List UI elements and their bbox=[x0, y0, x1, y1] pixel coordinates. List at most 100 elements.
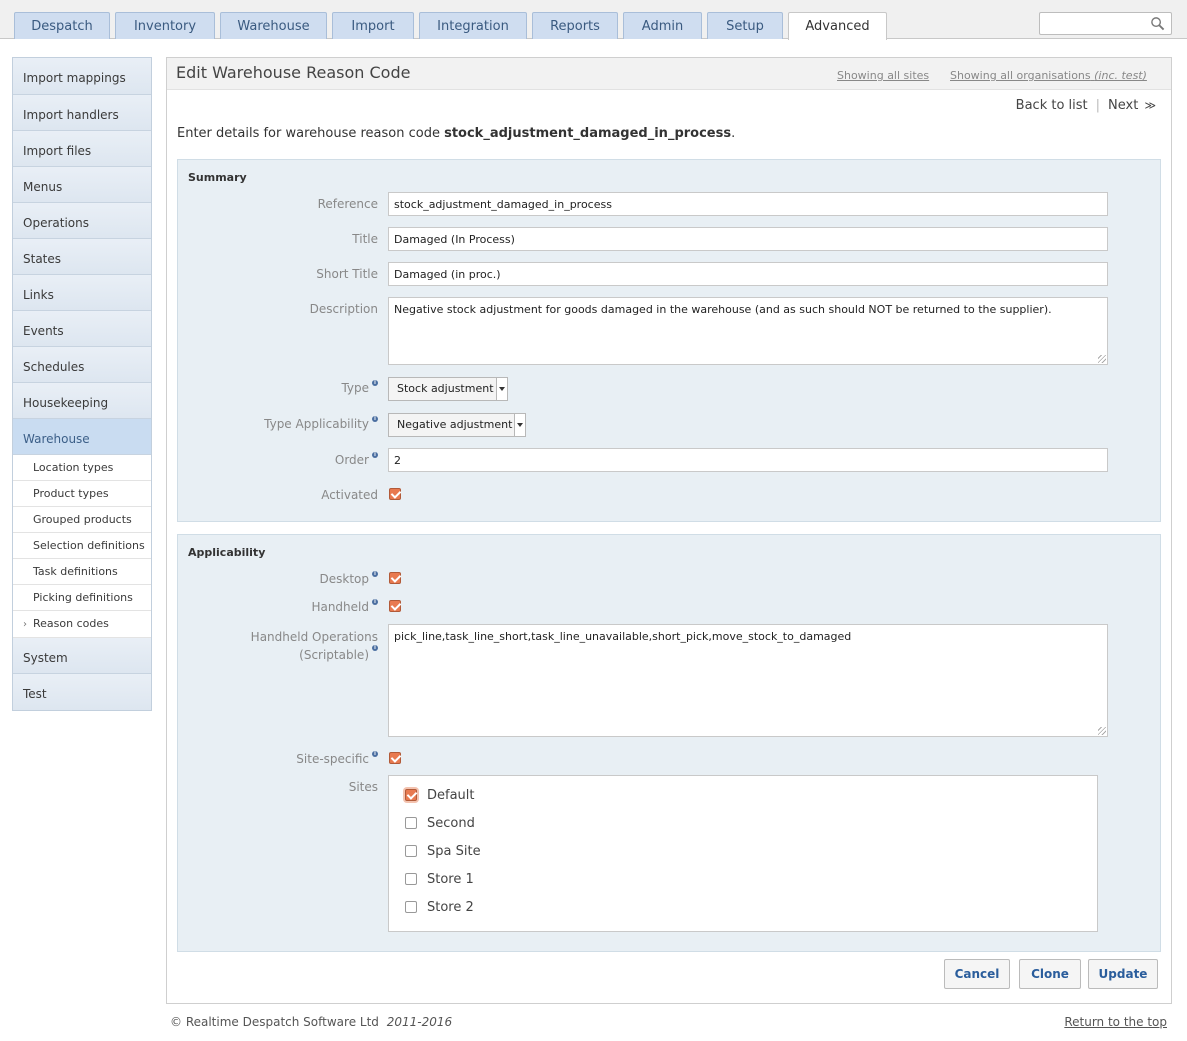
site-checkbox-store-1[interactable] bbox=[405, 873, 417, 885]
tab-import[interactable]: Import bbox=[332, 12, 414, 39]
type-select-value: Stock adjustment bbox=[397, 382, 494, 395]
footer-copyright: © Realtime Despatch Software Ltd 2011-20… bbox=[170, 1015, 452, 1029]
resize-grip-icon[interactable] bbox=[1098, 355, 1106, 363]
info-icon[interactable]: i bbox=[372, 416, 378, 422]
tab-admin[interactable]: Admin bbox=[623, 12, 702, 39]
description-textarea[interactable]: Negative stock adjustment for goods dama… bbox=[388, 297, 1108, 365]
sidebar-item-warehouse[interactable]: Warehouse bbox=[13, 419, 151, 455]
reference-label: Reference bbox=[317, 197, 378, 211]
desktop-label-text: Desktop bbox=[319, 572, 370, 586]
tab-reports[interactable]: Reports bbox=[532, 12, 618, 39]
type-applicability-select[interactable]: Negative adjustment bbox=[388, 413, 526, 437]
handheld-operations-textarea[interactable]: pick_line,task_line_short,task_line_unav… bbox=[388, 624, 1108, 737]
handheld-label-text: Handheld bbox=[311, 600, 369, 614]
tab-warehouse[interactable]: Warehouse bbox=[220, 12, 327, 39]
chevron-right-icon: › bbox=[23, 619, 27, 630]
main-panel: Edit Warehouse Reason Code Showing all s… bbox=[166, 57, 1172, 1004]
sidebar-item-import-files[interactable]: Import files bbox=[13, 131, 151, 167]
handheld-operations-text: pick_line,task_line_short,task_line_unav… bbox=[394, 630, 852, 643]
site-checkbox-default[interactable] bbox=[405, 789, 417, 801]
cancel-button[interactable]: Cancel bbox=[944, 959, 1010, 989]
activated-checkbox[interactable] bbox=[389, 488, 401, 500]
applicability-title: Applicability bbox=[188, 546, 266, 559]
site-checkbox-second[interactable] bbox=[405, 817, 417, 829]
activated-label: Activated bbox=[321, 488, 378, 502]
sidebar-item-import-mappings[interactable]: Import mappings bbox=[13, 58, 151, 95]
back-to-list-link[interactable]: Back to list bbox=[1016, 98, 1088, 113]
site-label-store-1: Store 1 bbox=[427, 872, 474, 887]
site-specific-label-text: Site-specific bbox=[296, 752, 369, 766]
sidebar-item-links[interactable]: Links bbox=[13, 275, 151, 311]
sidebar-item-import-handlers[interactable]: Import handlers bbox=[13, 95, 151, 131]
title-label: Title bbox=[352, 232, 378, 246]
search-input[interactable] bbox=[1044, 13, 1152, 34]
next-link[interactable]: Next ≫ bbox=[1108, 98, 1156, 113]
tab-advanced[interactable]: Advanced bbox=[788, 12, 887, 40]
page-title: Edit Warehouse Reason Code bbox=[176, 63, 411, 82]
info-icon[interactable]: i bbox=[372, 645, 378, 651]
showing-all-sites-link[interactable]: Showing all sites bbox=[837, 69, 929, 82]
sidebar-subitem-reason-codes[interactable]: › Reason codes bbox=[13, 611, 151, 638]
update-button[interactable]: Update bbox=[1088, 959, 1158, 989]
type-label-text: Type bbox=[341, 381, 369, 395]
sidebar-subitem-task-definitions[interactable]: Task definitions bbox=[13, 559, 151, 585]
order-input[interactable]: 2 bbox=[388, 448, 1108, 472]
title-input[interactable]: Damaged (In Process) bbox=[388, 227, 1108, 251]
info-icon[interactable]: i bbox=[372, 571, 378, 577]
info-icon[interactable]: i bbox=[372, 599, 378, 605]
sidebar-subitem-location-types[interactable]: Location types bbox=[13, 455, 151, 481]
short-title-label: Short Title bbox=[316, 267, 378, 281]
search-box bbox=[1039, 12, 1172, 35]
info-icon[interactable]: i bbox=[372, 452, 378, 458]
intro-prefix: Enter details for warehouse reason code bbox=[177, 126, 440, 141]
sidebar-item-housekeeping[interactable]: Housekeeping bbox=[13, 383, 151, 419]
reference-input[interactable]: stock_adjustment_damaged_in_process bbox=[388, 192, 1108, 216]
sidebar-subitem-product-types[interactable]: Product types bbox=[13, 481, 151, 507]
info-icon[interactable]: i bbox=[372, 751, 378, 757]
sidebar-item-events[interactable]: Events bbox=[13, 311, 151, 347]
tab-inventory[interactable]: Inventory bbox=[115, 12, 215, 39]
sidebar-item-states[interactable]: States bbox=[13, 239, 151, 275]
tab-setup[interactable]: Setup bbox=[707, 12, 783, 39]
sidebar-item-operations[interactable]: Operations bbox=[13, 203, 151, 239]
description-label: Description bbox=[309, 302, 378, 316]
sites-list: Default Second Spa Site Store 1 Store 2 bbox=[388, 775, 1098, 932]
short-title-input[interactable]: Damaged (in proc.) bbox=[388, 262, 1108, 286]
showing-all-organisations-link[interactable]: Showing all organisations (inc. test) bbox=[950, 69, 1147, 82]
tab-despatch[interactable]: Despatch bbox=[14, 12, 110, 39]
copyright-text: © Realtime Despatch Software Ltd bbox=[170, 1015, 379, 1029]
sites-label: Sites bbox=[348, 780, 378, 794]
handheld-operations-label-line1: Handheld Operations bbox=[250, 630, 378, 644]
clone-button[interactable]: Clone bbox=[1019, 959, 1081, 989]
info-icon[interactable]: i bbox=[372, 380, 378, 386]
sidebar-item-schedules[interactable]: Schedules bbox=[13, 347, 151, 383]
desktop-label: Desktop i bbox=[319, 571, 378, 586]
site-specific-label: Site-specific i bbox=[296, 751, 378, 766]
sidebar-subitem-picking-definitions[interactable]: Picking definitions bbox=[13, 585, 151, 611]
sidebar-subitem-label: Reason codes bbox=[33, 617, 109, 630]
description-text: Negative stock adjustment for goods dama… bbox=[394, 303, 1052, 316]
handheld-checkbox[interactable] bbox=[389, 600, 401, 612]
sidebar-item-test[interactable]: Test bbox=[13, 674, 151, 710]
sidebar-item-menus[interactable]: Menus bbox=[13, 167, 151, 203]
search-icon[interactable] bbox=[1150, 16, 1165, 31]
dropdown-arrow-icon bbox=[496, 378, 507, 400]
desktop-checkbox[interactable] bbox=[389, 572, 401, 584]
summary-title: Summary bbox=[188, 171, 247, 184]
tab-integration[interactable]: Integration bbox=[419, 12, 527, 39]
type-select[interactable]: Stock adjustment bbox=[388, 377, 508, 401]
orgs-link-suffix: (inc. test) bbox=[1094, 69, 1147, 82]
sidebar-item-system[interactable]: System bbox=[13, 638, 151, 674]
site-specific-checkbox[interactable] bbox=[389, 752, 401, 764]
type-applicability-select-value: Negative adjustment bbox=[397, 418, 513, 431]
site-checkbox-store-2[interactable] bbox=[405, 901, 417, 913]
resize-grip-icon[interactable] bbox=[1098, 727, 1106, 735]
type-label: Type i bbox=[341, 380, 378, 395]
sidebar-subitem-grouped-products[interactable]: Grouped products bbox=[13, 507, 151, 533]
applicability-fieldset: Applicability Desktop i Handheld i Handhel… bbox=[177, 534, 1161, 952]
intro-suffix: . bbox=[731, 126, 736, 141]
type-applicability-label: Type Applicability i bbox=[264, 416, 378, 431]
site-checkbox-spa-site[interactable] bbox=[405, 845, 417, 857]
sidebar-subitem-selection-definitions[interactable]: Selection definitions bbox=[13, 533, 151, 559]
return-to-top-link[interactable]: Return to the top bbox=[1064, 1015, 1167, 1029]
